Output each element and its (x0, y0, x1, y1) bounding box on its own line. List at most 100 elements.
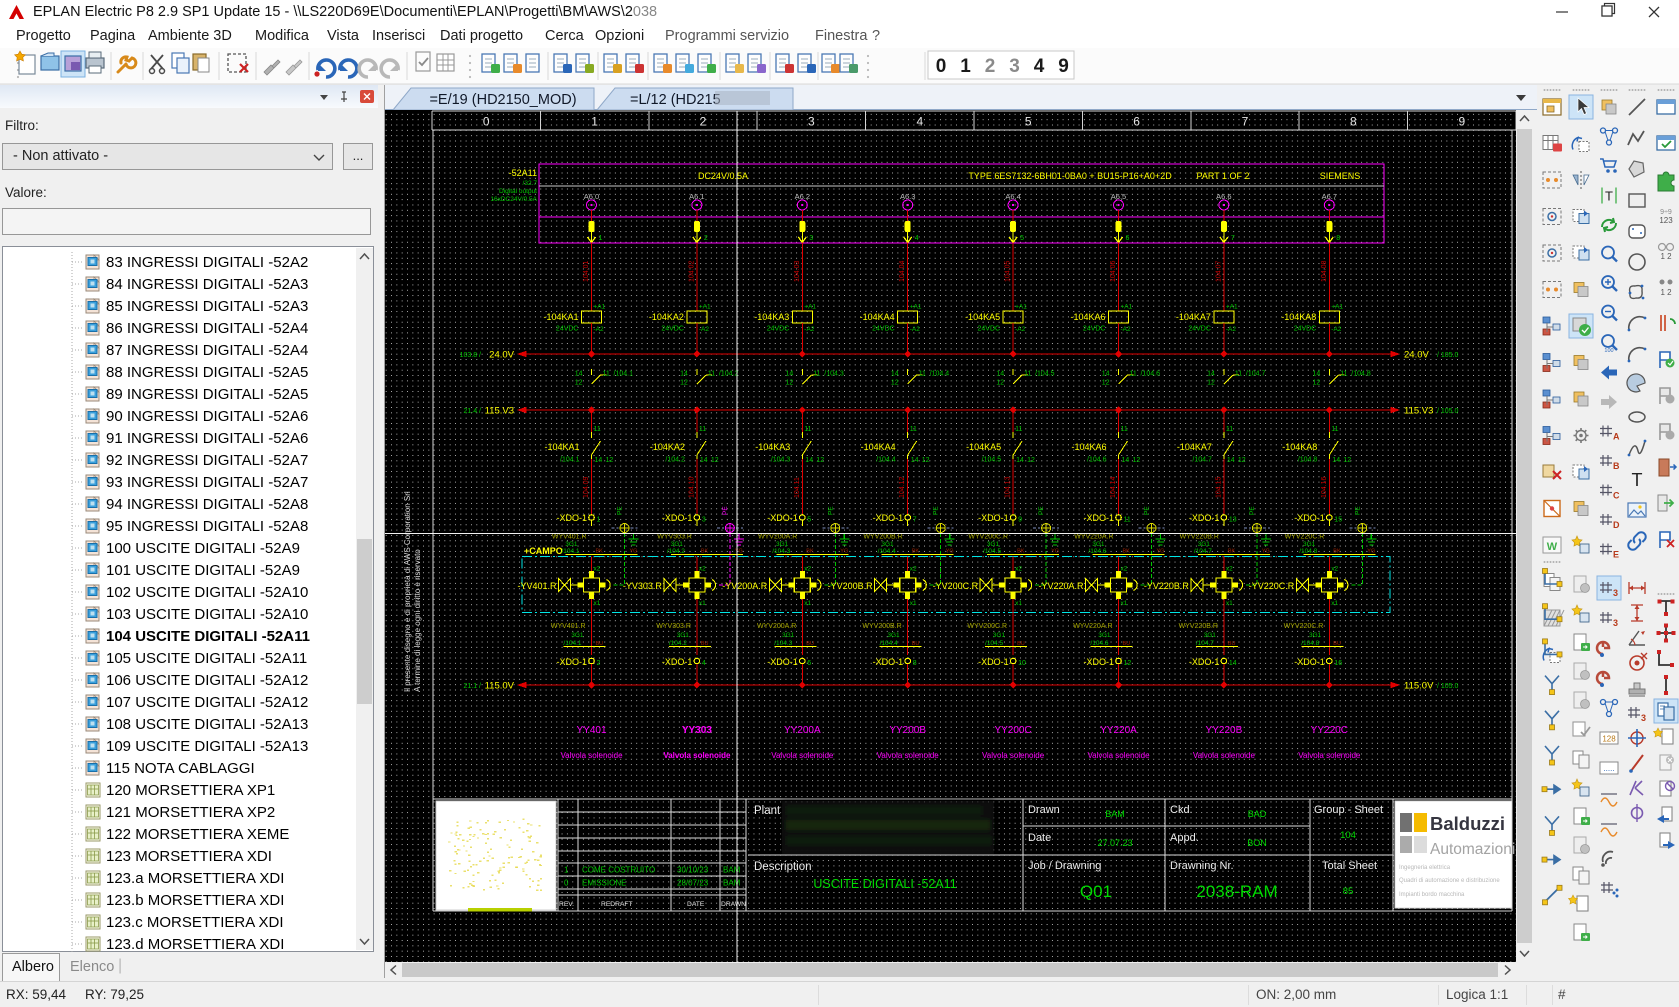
svg-text:Valvola solenoide: Valvola solenoide (1087, 751, 1150, 760)
svg-text:PART 1 OF 2: PART 1 OF 2 (1196, 171, 1249, 181)
svg-text:-YV220A.R: -YV220A.R (1038, 581, 1084, 591)
svg-text:12: 12 (891, 380, 899, 387)
svg-text:16: 16 (1334, 660, 1342, 667)
svg-text:1: 1 (597, 517, 601, 524)
svg-text:0: 0 (483, 115, 490, 129)
svg-text:-104KA3: -104KA3 (755, 442, 790, 452)
svg-text:-104KA1: -104KA1 (543, 312, 578, 322)
svg-text:+A1: +A1 (594, 304, 606, 311)
svg-text:BU: BU (596, 641, 604, 647)
svg-text:PE: PE (827, 506, 834, 515)
svg-text:Drawning Nr.: Drawning Nr. (1170, 860, 1234, 872)
svg-text:12: 12 (1102, 380, 1110, 387)
svg-text:-104KA1: -104KA1 (544, 442, 579, 452)
svg-text:11: 11 (603, 371, 610, 378)
svg-text:BK: BK (1228, 549, 1236, 555)
svg-text:3G1: 3G1 (776, 541, 789, 548)
svg-text:11: 11 (804, 426, 811, 433)
svg-text:+CAMPO: +CAMPO (524, 546, 563, 556)
svg-text:115.0V: 115.0V (485, 681, 515, 692)
svg-text:DRAWN: DRAWN (721, 901, 746, 908)
svg-text:104: 104 (1340, 830, 1356, 841)
svg-text:YG: YG (1262, 549, 1270, 555)
svg-text:Il presente disegno è di propr: Il presente disegno è di proprietà di AW… (403, 491, 412, 692)
svg-text:104.04: 104.04 (899, 260, 906, 282)
svg-text:Digital output: Digital output (499, 188, 537, 195)
svg-text:7: 7 (1242, 115, 1249, 129)
svg-text:PE: PE (722, 506, 729, 515)
svg-text:Ckd.: Ckd. (1170, 804, 1193, 816)
svg-text:9: 9 (1458, 115, 1465, 129)
svg-text:/104.5: /104.5 (985, 640, 1003, 647)
svg-text:/104.2: /104.2 (667, 548, 685, 555)
svg-text:-XDO-1: -XDO-1 (873, 513, 904, 523)
svg-text:YY200B: YY200B (889, 725, 926, 736)
svg-text:-XDO-1: -XDO-1 (978, 513, 1009, 523)
svg-text:3G1: 3G1 (677, 632, 690, 639)
svg-text:104.01: 104.01 (583, 260, 590, 282)
svg-text:T: T (1632, 470, 1643, 490)
svg-text:3: 3 (809, 235, 813, 242)
svg-text:104.10: 104.10 (688, 476, 695, 498)
svg-text:BK: BK (701, 549, 709, 555)
svg-text:3G1: 3G1 (887, 632, 900, 639)
svg-text:/104.8: /104.8 (1299, 548, 1317, 555)
svg-text:/104.5: /104.5 (1035, 371, 1055, 378)
svg-text:3G1: 3G1 (1204, 632, 1217, 639)
svg-text:WYV220C.R: WYV220C.R (1285, 534, 1325, 541)
svg-text:BON: BON (1247, 838, 1267, 848)
svg-text:-YV303.R: -YV303.R (623, 581, 663, 591)
svg-text:/32.7: /32.7 (523, 180, 538, 187)
svg-text:x1: x1 (804, 600, 811, 607)
svg-text:14: 14 (805, 457, 813, 464)
svg-text:104.11: 104.11 (794, 477, 801, 498)
svg-text:-104KA5: -104KA5 (965, 312, 1000, 322)
svg-text:-YV200B.R: -YV200B.R (828, 581, 874, 591)
svg-text:24VDC: 24VDC (661, 326, 684, 333)
svg-text:24VDC: 24VDC (1083, 326, 1106, 333)
svg-text:14: 14 (1332, 457, 1340, 464)
svg-text:BK: BK (1333, 549, 1341, 555)
svg-text:/104.4: /104.4 (880, 640, 898, 647)
svg-text:104 USCITE DIGITALI -52A11: 104 USCITE DIGITALI -52A11 (106, 628, 310, 645)
svg-text:YY401: YY401 (576, 725, 606, 736)
svg-text:91 INGRESSI DIGITALI -52A6: 91 INGRESSI DIGITALI -52A6 (106, 430, 308, 447)
svg-text:/ 105.0: / 105.0 (1437, 683, 1459, 690)
svg-text:Balduzzi: Balduzzi (1430, 813, 1505, 834)
svg-text:21.1 /: 21.1 / (463, 683, 481, 690)
svg-text:106 USCITE DIGITALI -52A12: 106 USCITE DIGITALI -52A12 (106, 672, 308, 689)
svg-text:10: 10 (1018, 660, 1026, 667)
svg-text:6: 6 (1126, 235, 1130, 242)
svg-text:11: 11 (699, 426, 706, 433)
svg-text:11: 11 (1130, 371, 1137, 378)
svg-text:WYV220B.R: WYV220B.R (1179, 623, 1218, 630)
svg-text:Impianti bordo macchina: Impianti bordo macchina (1399, 892, 1465, 898)
svg-text:14: 14 (786, 371, 794, 378)
svg-text:11: 11 (910, 426, 917, 433)
svg-text:102 USCITE DIGITALI -52A10: 102 USCITE DIGITALI -52A10 (106, 584, 308, 601)
svg-text:12: 12 (1313, 380, 1321, 387)
svg-text:104.12: 104.12 (899, 476, 906, 498)
svg-text:/104.1: /104.1 (563, 640, 581, 647)
svg-text:WYV200A.R: WYV200A.R (757, 623, 796, 630)
svg-text:Plant: Plant (754, 805, 781, 817)
svg-text:9: 9 (1018, 517, 1022, 524)
svg-text:-A2: -A2 (910, 326, 921, 333)
svg-text:12: 12 (606, 457, 614, 464)
svg-text:93 INGRESSI DIGITALI -52A7: 93 INGRESSI DIGITALI -52A7 (106, 474, 308, 491)
svg-text:BAM: BAM (723, 879, 741, 888)
svg-text:103.8 /: 103.8 / (460, 352, 481, 359)
svg-text:121 MORSETTIERA XP2: 121 MORSETTIERA XP2 (106, 804, 275, 821)
svg-text:24VDC: 24VDC (767, 326, 790, 333)
svg-text:24VDC: 24VDC (978, 326, 1001, 333)
svg-text:DC24V/0.5A: DC24V/0.5A (698, 171, 748, 181)
svg-text:89 INGRESSI DIGITALI -52A5: 89 INGRESSI DIGITALI -52A5 (106, 386, 308, 403)
svg-text:2038-RAM: 2038-RAM (1196, 882, 1277, 901)
svg-text:-104KA6: -104KA6 (1070, 312, 1105, 322)
svg-text:WYV200A.R: WYV200A.R (758, 534, 797, 541)
svg-text:104.13: 104.13 (1005, 476, 1012, 498)
svg-text:Job / Drawning: Job / Drawning (1028, 860, 1101, 872)
svg-text:Valvola solenoide: Valvola solenoide (982, 751, 1045, 760)
svg-text:Date: Date (1028, 832, 1051, 844)
svg-text:/104.6: /104.6 (1088, 548, 1106, 555)
